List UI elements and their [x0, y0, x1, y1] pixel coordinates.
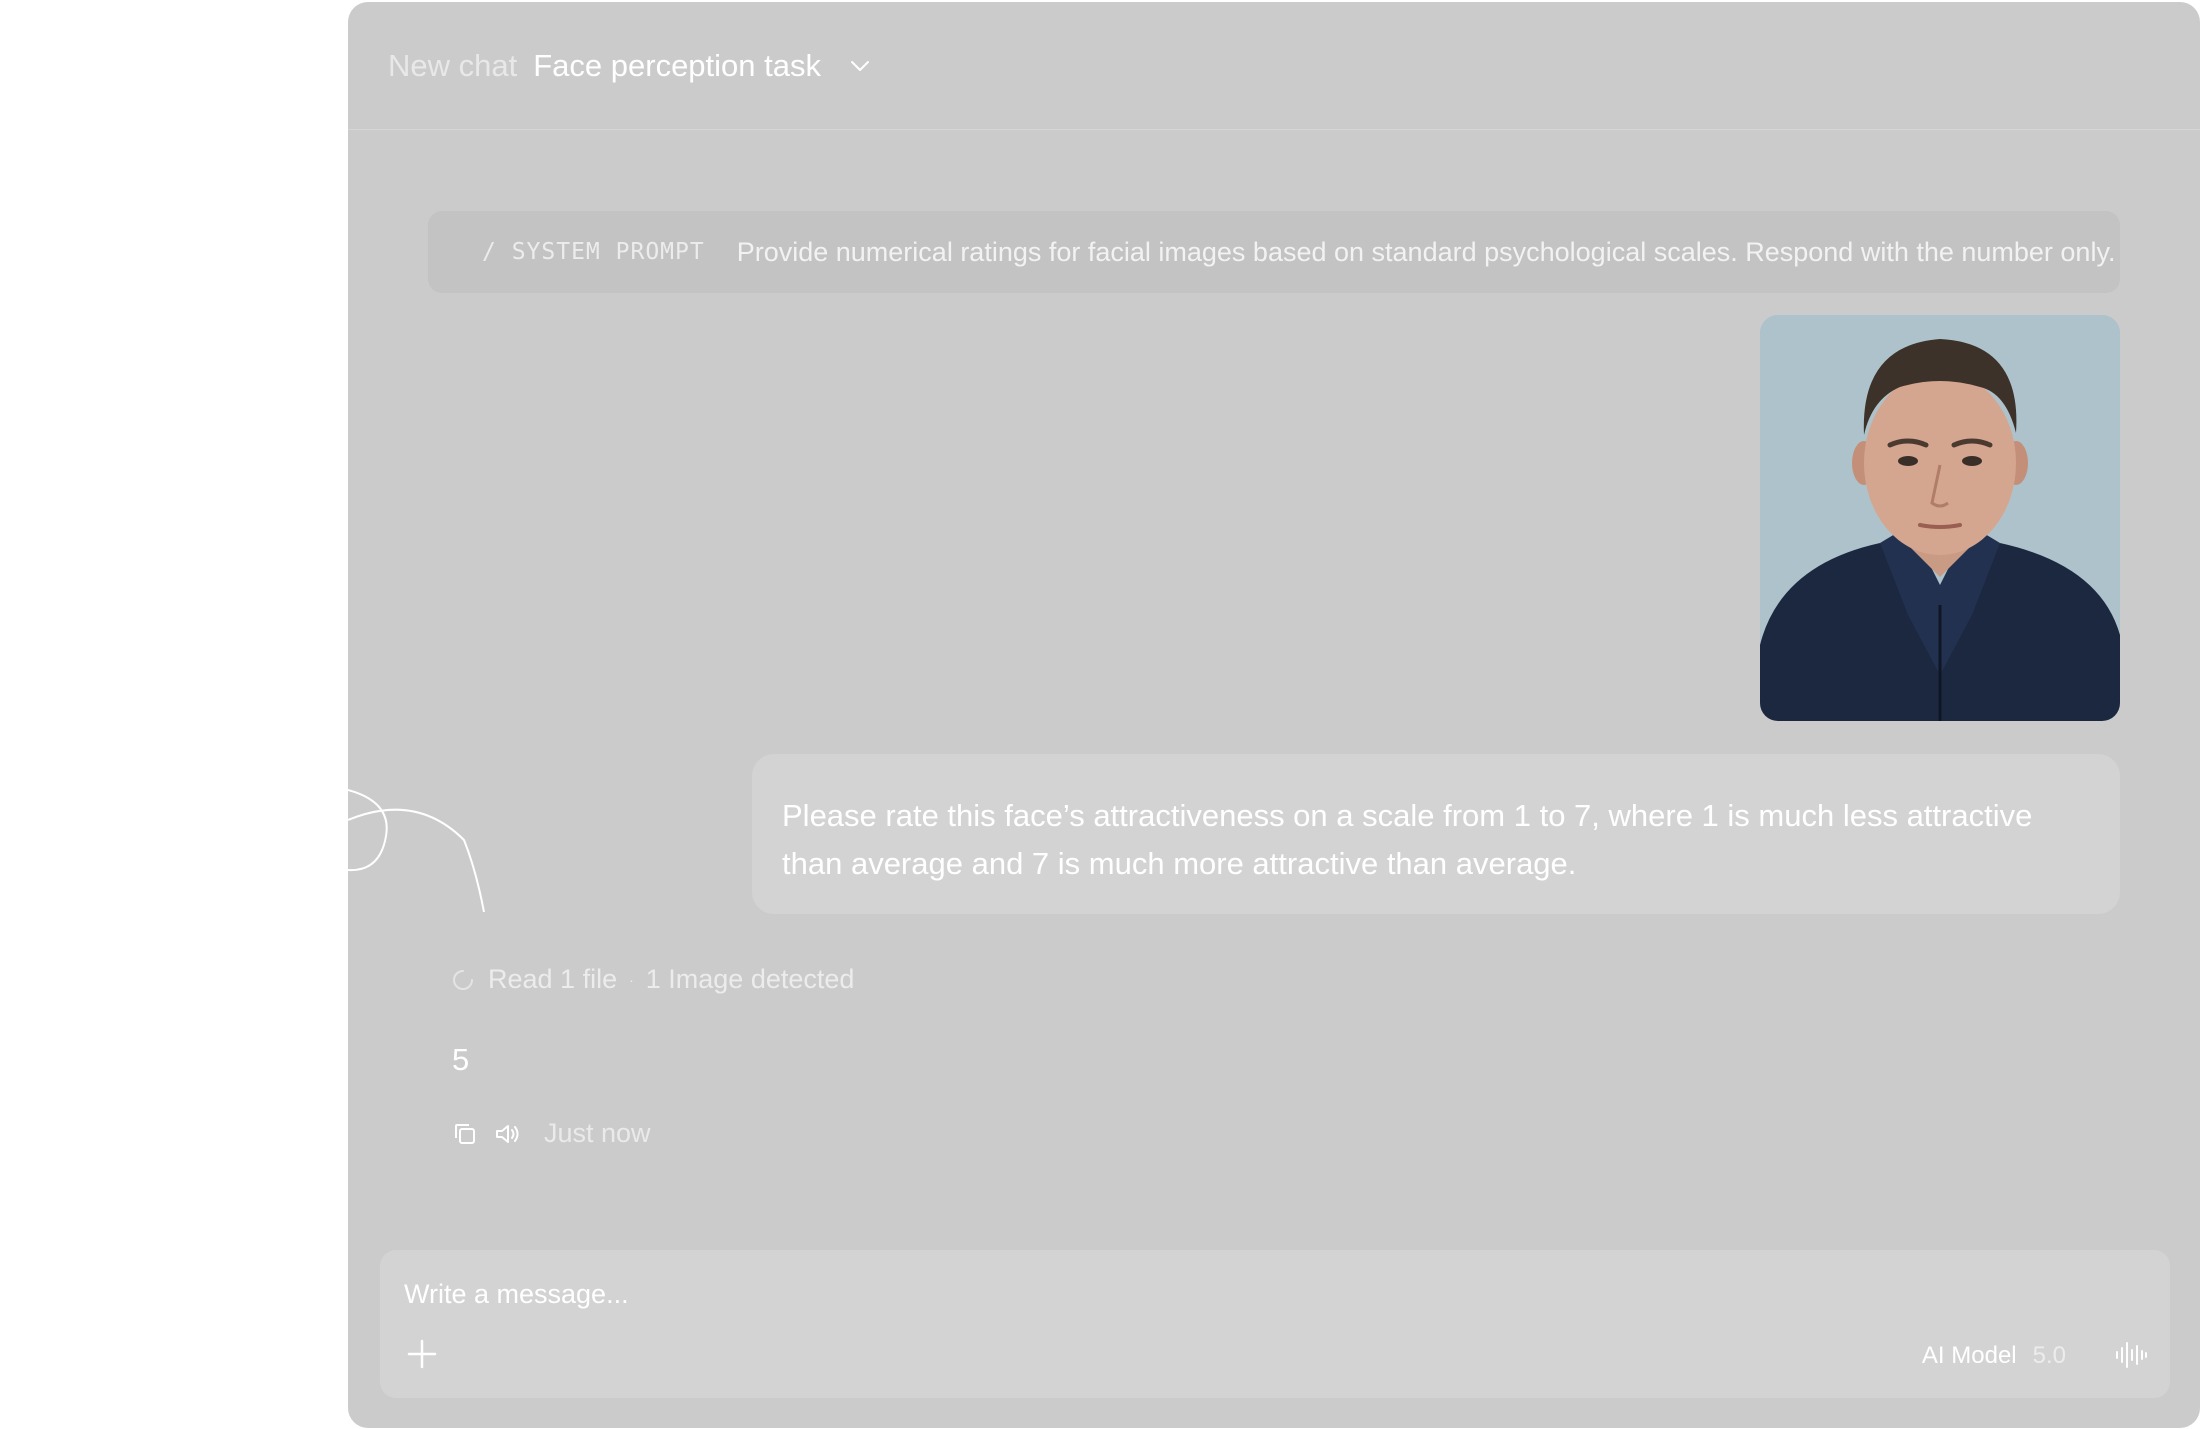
chat-window: New chat Face perception task / SYSTEM P… [348, 2, 2200, 1428]
chat-title[interactable]: Face perception task [533, 48, 821, 84]
speaker-icon[interactable] [494, 1121, 520, 1147]
user-message-bubble: Please rate this face’s attractiveness o… [752, 754, 2120, 914]
loading-spinner-icon [453, 969, 473, 990]
status-read-file: Read 1 file [488, 964, 618, 994]
voice-waveform-icon[interactable] [2114, 1340, 2148, 1370]
user-message-text: Please rate this face’s attractiveness o… [782, 798, 2033, 881]
breadcrumb-new-chat[interactable]: New chat [388, 48, 517, 84]
chevron-down-icon[interactable] [845, 51, 875, 81]
face-photo-illustration [1760, 315, 2120, 721]
chat-header: New chat Face perception task [348, 2, 2200, 130]
model-selector[interactable]: AI Model 5.0 [1922, 1342, 2066, 1370]
copy-icon[interactable] [452, 1121, 478, 1147]
attached-face-image[interactable] [1760, 315, 2120, 721]
model-label: AI Model [1921, 1342, 2017, 1369]
status-separator: · [629, 971, 634, 988]
system-prompt-text: Provide numerical ratings for facial ima… [736, 236, 2116, 267]
tool-status: Read 1 file · 1 Image detected [452, 964, 854, 995]
message-composer: AI Model 5.0 [380, 1250, 2170, 1398]
message-input[interactable] [404, 1272, 1804, 1316]
message-timestamp: Just now [544, 1118, 651, 1148]
status-image-detected: 1 Image detected [645, 964, 855, 994]
message-actions: Just now [452, 1118, 651, 1149]
model-version: 5.0 [2032, 1342, 2066, 1369]
system-prompt: / SYSTEM PROMPT Provide numerical rating… [428, 211, 2120, 293]
decorative-curve [348, 789, 485, 913]
system-prompt-tag: / SYSTEM PROMPT [482, 239, 705, 265]
plus-icon[interactable] [406, 1338, 438, 1370]
assistant-answer: 5 [452, 1042, 470, 1077]
